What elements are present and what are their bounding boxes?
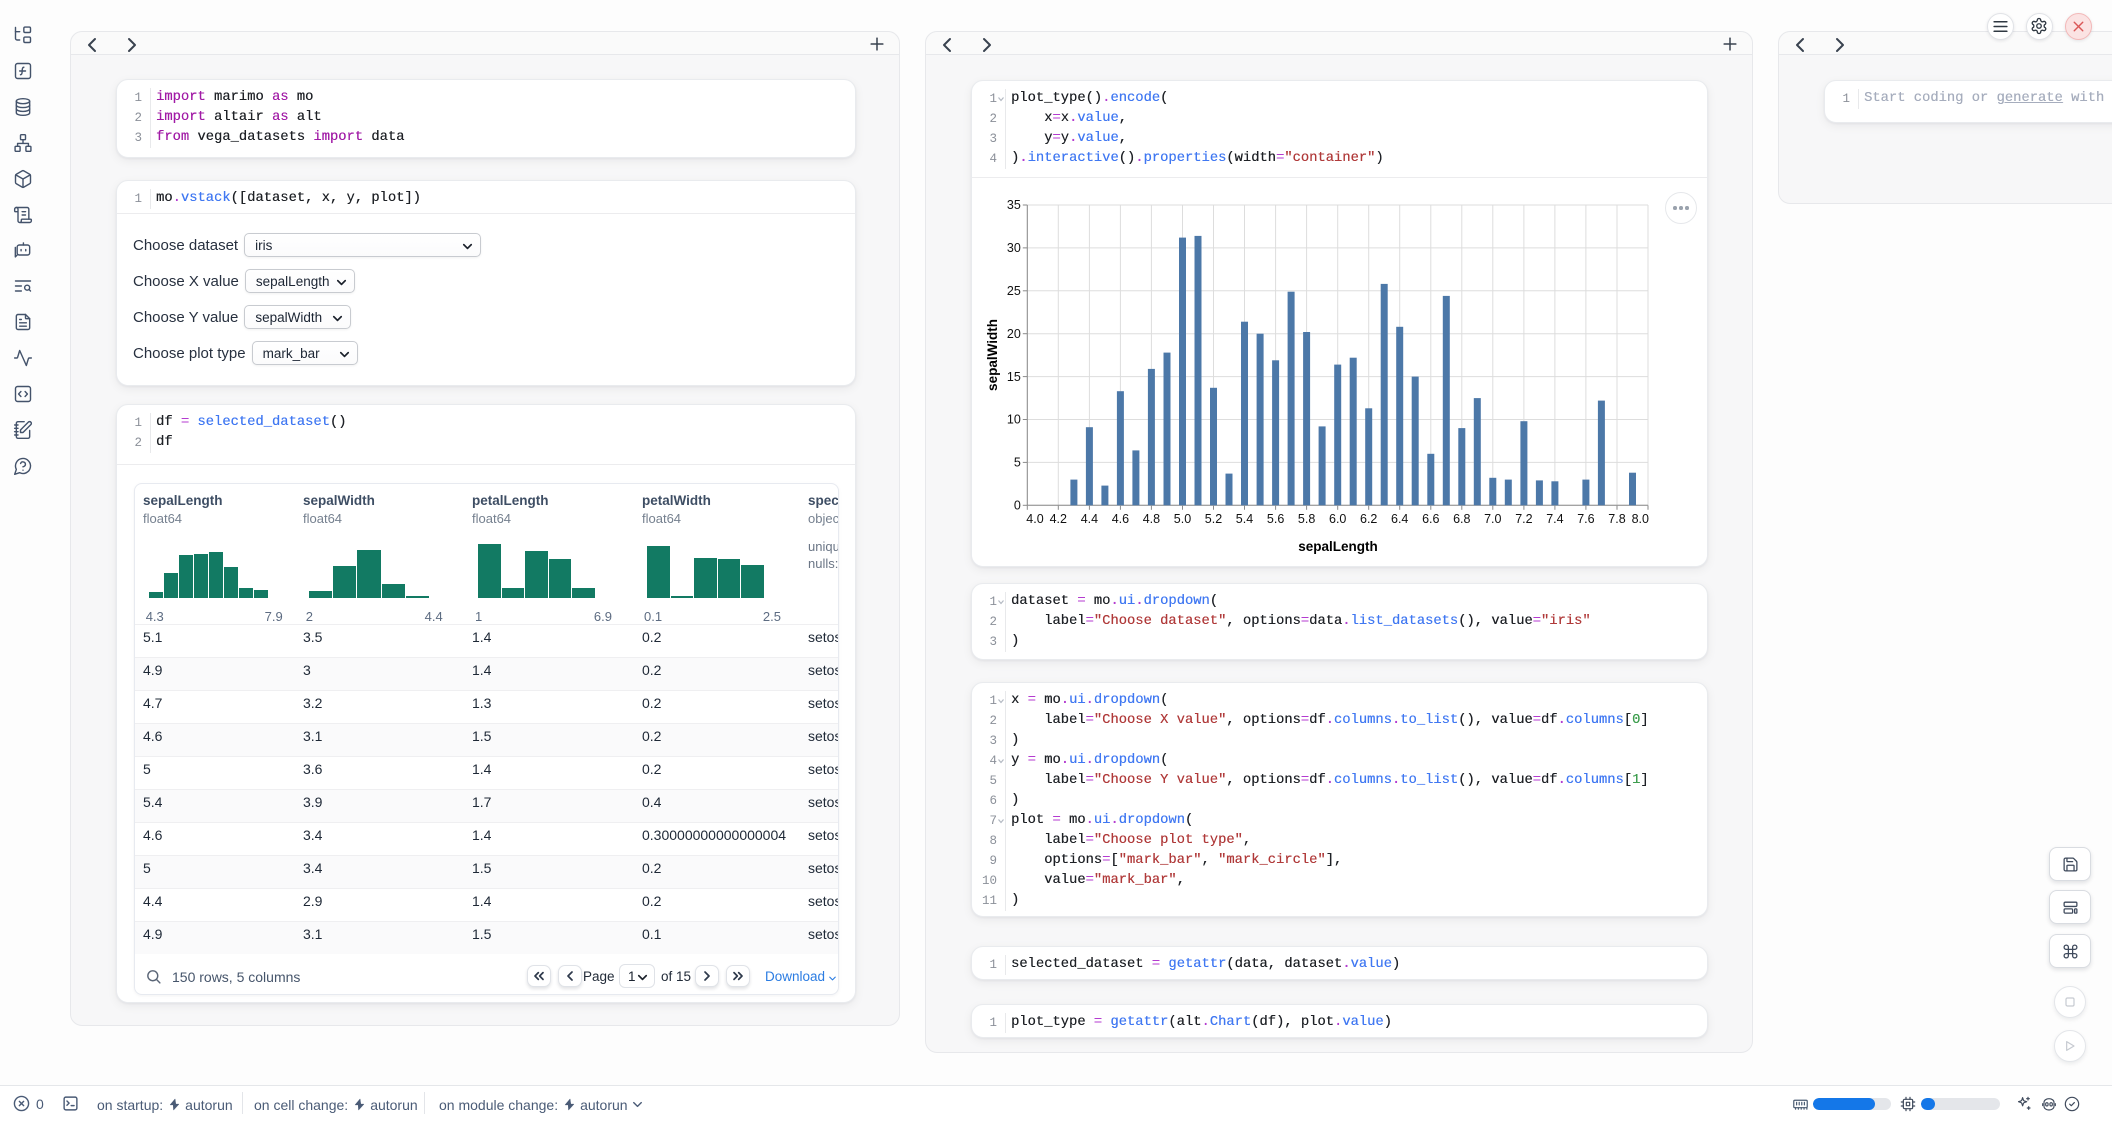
svg-text:35: 35 [1007, 198, 1021, 212]
svg-text:sepalWidth: sepalWidth [985, 319, 1000, 391]
svg-text:4.0: 4.0 [1026, 512, 1043, 526]
svg-text:20: 20 [1007, 327, 1021, 341]
svg-text:5.0: 5.0 [1174, 512, 1191, 526]
svg-text:6.8: 6.8 [1453, 512, 1470, 526]
svg-text:6.4: 6.4 [1391, 512, 1408, 526]
svg-text:10: 10 [1007, 413, 1021, 427]
svg-text:4.2: 4.2 [1050, 512, 1067, 526]
svg-text:4.4: 4.4 [1081, 512, 1098, 526]
svg-text:25: 25 [1007, 284, 1021, 298]
svg-text:6.0: 6.0 [1329, 512, 1346, 526]
svg-text:7.0: 7.0 [1484, 512, 1501, 526]
svg-text:0: 0 [1014, 499, 1021, 513]
svg-text:7.6: 7.6 [1577, 512, 1594, 526]
svg-text:5.4: 5.4 [1236, 512, 1253, 526]
svg-text:7.8: 7.8 [1608, 512, 1625, 526]
svg-text:6.2: 6.2 [1360, 512, 1377, 526]
svg-text:4.6: 4.6 [1112, 512, 1129, 526]
svg-text:5.6: 5.6 [1267, 512, 1284, 526]
svg-text:6.6: 6.6 [1422, 512, 1439, 526]
svg-text:4.8: 4.8 [1143, 512, 1160, 526]
svg-text:7.2: 7.2 [1515, 512, 1532, 526]
svg-text:30: 30 [1007, 241, 1021, 255]
svg-text:15: 15 [1007, 370, 1021, 384]
svg-text:5.2: 5.2 [1205, 512, 1222, 526]
svg-text:sepalLength: sepalLength [1298, 539, 1378, 554]
svg-text:5.8: 5.8 [1298, 512, 1315, 526]
svg-text:7.4: 7.4 [1546, 512, 1563, 526]
svg-text:8.0: 8.0 [1632, 512, 1649, 526]
svg-text:5: 5 [1014, 456, 1021, 470]
